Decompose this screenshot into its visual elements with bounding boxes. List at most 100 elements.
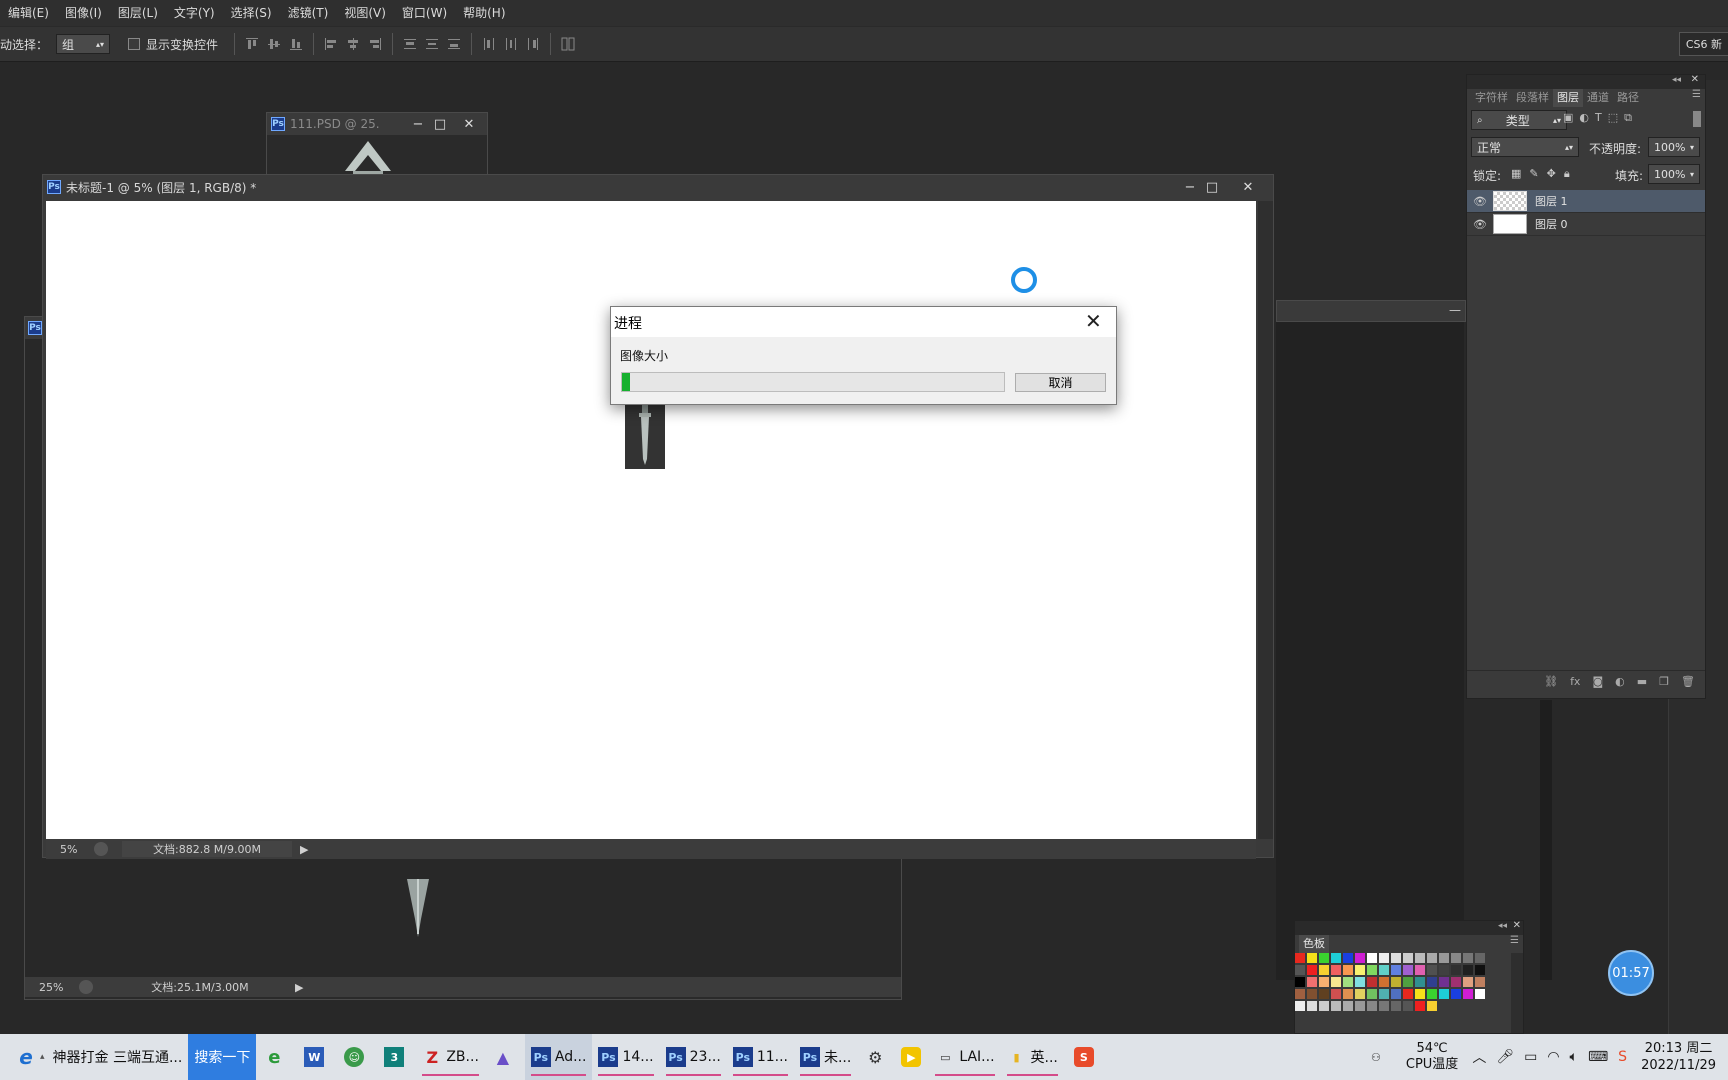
- auto-align-icon[interactable]: [561, 37, 575, 51]
- color-swatch[interactable]: [1403, 965, 1413, 975]
- volume-icon[interactable]: 🔈︎: [1570, 1049, 1578, 1065]
- color-swatch[interactable]: [1295, 977, 1305, 987]
- taskbar-app-folder[interactable]: ▮ 英...: [1001, 1034, 1064, 1080]
- color-swatch[interactable]: [1391, 965, 1401, 975]
- collapse-icon[interactable]: ◂◂: [1498, 921, 1507, 931]
- mask-icon[interactable]: ◙: [1592, 675, 1603, 688]
- tab-character-styles[interactable]: 字符样: [1471, 89, 1512, 107]
- menu-select[interactable]: 选择(S): [223, 0, 280, 26]
- color-swatch[interactable]: [1439, 965, 1449, 975]
- panel-menu-icon[interactable]: ☰: [1692, 89, 1701, 100]
- color-swatch[interactable]: [1451, 965, 1461, 975]
- eye-icon[interactable]: 👁︎: [1467, 195, 1493, 208]
- color-swatch[interactable]: [1319, 953, 1329, 963]
- taskbar-app-sogou[interactable]: S: [1064, 1034, 1108, 1080]
- tab-channels[interactable]: 通道: [1583, 89, 1613, 107]
- tab-swatches[interactable]: 色板: [1299, 935, 1329, 953]
- color-swatch[interactable]: [1415, 965, 1425, 975]
- taskbar-app-ps-5[interactable]: Ps 未...: [794, 1034, 857, 1080]
- document-window-main[interactable]: Ps 未标题-1 @ 5% (图层 1, RGB/8) * − □ ✕ 5% 文…: [42, 174, 1274, 859]
- color-swatch[interactable]: [1415, 953, 1425, 963]
- align-hcenter-icon[interactable]: [346, 37, 360, 51]
- color-swatch[interactable]: [1331, 953, 1341, 963]
- browser-search-widget[interactable]: e ▴ 神器打金 三端互通...: [0, 1034, 188, 1080]
- menu-window[interactable]: 窗口(W): [394, 0, 455, 26]
- show-transform-checkbox[interactable]: [128, 38, 141, 50]
- lock-paint-icon[interactable]: ✎: [1529, 167, 1538, 181]
- taskbar-app-word[interactable]: W: [296, 1034, 336, 1080]
- zoom-level[interactable]: 5%: [60, 843, 94, 856]
- color-swatch[interactable]: [1295, 953, 1305, 963]
- collapse-icon[interactable]: ◂◂: [1672, 75, 1681, 85]
- color-swatch[interactable]: [1343, 1001, 1353, 1011]
- menu-view[interactable]: 视图(V): [336, 0, 394, 26]
- bg-window-1-titlebar[interactable]: Ps 111.PSD @ 25... − □ ✕: [267, 113, 487, 135]
- taskbar-app-mountain[interactable]: ▲: [485, 1034, 525, 1080]
- color-swatch[interactable]: [1427, 977, 1437, 987]
- filter-toggle[interactable]: [1693, 111, 1701, 127]
- taskbar-app-ps-2[interactable]: Ps 14...: [592, 1034, 659, 1080]
- menu-layer[interactable]: 图层(L): [110, 0, 166, 26]
- menu-type[interactable]: 文字(Y): [166, 0, 223, 26]
- color-swatch[interactable]: [1331, 965, 1341, 975]
- color-swatch[interactable]: [1427, 989, 1437, 999]
- color-swatch[interactable]: [1367, 1001, 1377, 1011]
- distribute-right-icon[interactable]: [526, 37, 540, 51]
- timer-badge[interactable]: 01:57: [1608, 950, 1654, 996]
- distribute-top-icon[interactable]: [403, 37, 417, 51]
- layer-row-0[interactable]: 👁︎ 图层 0: [1467, 213, 1705, 236]
- color-swatch[interactable]: [1451, 953, 1461, 963]
- layer-row-1[interactable]: 👁︎ 图层 1: [1467, 190, 1705, 213]
- color-swatch[interactable]: [1355, 977, 1365, 987]
- color-swatch[interactable]: [1379, 1001, 1389, 1011]
- color-swatch[interactable]: [1355, 965, 1365, 975]
- minimize-icon[interactable]: −: [407, 115, 429, 133]
- maximize-icon[interactable]: □: [429, 115, 451, 133]
- color-swatch[interactable]: [1319, 977, 1329, 987]
- taskbar-app-3dsmax[interactable]: 3: [376, 1034, 416, 1080]
- color-swatch[interactable]: [1415, 989, 1425, 999]
- keyboard-icon[interactable]: ⌨: [1588, 1049, 1608, 1065]
- taskbar-app-ps-1[interactable]: Ps Ad...: [524, 1034, 593, 1080]
- minimize-icon[interactable]: —: [1449, 303, 1461, 317]
- cpu-temperature[interactable]: 54℃ CPU温度: [1400, 1041, 1464, 1073]
- auto-select-dropdown[interactable]: 组 ▴▾: [56, 34, 111, 54]
- align-left-icon[interactable]: [324, 37, 338, 51]
- color-swatch[interactable]: [1343, 989, 1353, 999]
- trash-icon[interactable]: 🗑︎: [1681, 675, 1695, 688]
- filter-pixel-icon[interactable]: ▣: [1563, 111, 1573, 125]
- color-swatch[interactable]: [1307, 965, 1317, 975]
- align-vcenter-icon[interactable]: [267, 37, 281, 51]
- color-swatch[interactable]: [1319, 965, 1329, 975]
- taskbar-app-lai[interactable]: ▭ LAI...: [929, 1034, 1000, 1080]
- color-swatch[interactable]: [1307, 977, 1317, 987]
- color-swatch[interactable]: [1391, 977, 1401, 987]
- color-swatch[interactable]: [1427, 1001, 1437, 1011]
- color-swatch[interactable]: [1331, 1001, 1341, 1011]
- color-swatch[interactable]: [1295, 1001, 1305, 1011]
- play-arrow-icon[interactable]: ▶: [295, 981, 303, 994]
- color-swatch[interactable]: [1463, 989, 1473, 999]
- workspace-switcher[interactable]: CS6 新: [1678, 32, 1728, 56]
- cancel-button[interactable]: 取消: [1015, 373, 1106, 392]
- color-swatch[interactable]: [1319, 989, 1329, 999]
- color-swatch[interactable]: [1331, 977, 1341, 987]
- microphone-icon[interactable]: 🎤︎: [1496, 1049, 1514, 1065]
- taskbar-app-settings[interactable]: ⚙: [857, 1034, 897, 1080]
- color-swatch[interactable]: [1475, 989, 1485, 999]
- close-icon[interactable]: ✕: [1513, 920, 1521, 931]
- color-swatch[interactable]: [1295, 965, 1305, 975]
- blend-mode-dropdown[interactable]: 正常 ▴▾: [1471, 137, 1579, 157]
- clock[interactable]: 20:13 周二 2022/11/29: [1635, 1040, 1728, 1074]
- color-swatch[interactable]: [1355, 1001, 1365, 1011]
- color-swatch[interactable]: [1307, 1001, 1317, 1011]
- color-swatch[interactable]: [1463, 965, 1473, 975]
- color-swatch[interactable]: [1475, 977, 1485, 987]
- align-bottom-icon[interactable]: [289, 37, 303, 51]
- fx-icon[interactable]: fx: [1570, 675, 1580, 688]
- color-swatch[interactable]: [1475, 965, 1485, 975]
- opacity-input[interactable]: 100% ▾: [1648, 137, 1700, 157]
- tab-layers[interactable]: 图层: [1553, 89, 1583, 107]
- color-swatch[interactable]: [1451, 977, 1461, 987]
- color-swatch[interactable]: [1427, 953, 1437, 963]
